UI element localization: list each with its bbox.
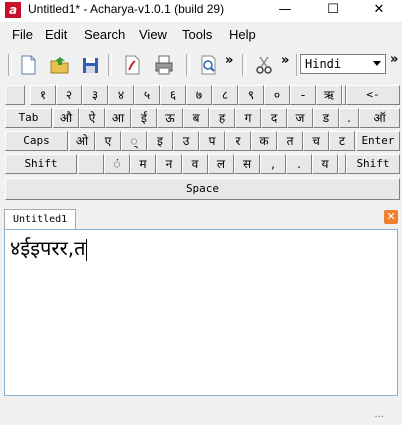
status-bar: ... — [0, 400, 402, 425]
menu-view[interactable]: View — [139, 27, 167, 42]
key[interactable]: र — [225, 131, 251, 151]
toolbar-separator — [186, 54, 190, 76]
onscreen-keyboard: १ २ ३ ४ ५ ६ ७ ८ ९ ० - ऋ <- Tab औ ऐ आ ई ऊ… — [4, 84, 402, 202]
key[interactable]: म — [130, 154, 156, 174]
cut-icon[interactable] — [252, 53, 276, 77]
title-bar: a Untitled1* - Acharya-v1.0.1 (build 29)… — [0, 0, 402, 22]
key[interactable]: ४ — [108, 85, 134, 105]
key[interactable]: त — [277, 131, 303, 151]
language-select-value: Hindi — [305, 57, 342, 71]
minimize-button[interactable]: — — [262, 0, 308, 22]
key[interactable]: क — [251, 131, 277, 151]
key[interactable] — [338, 154, 346, 174]
key[interactable]: ओ — [69, 131, 95, 151]
backspace-key[interactable]: <- — [346, 85, 400, 105]
menu-tools[interactable]: Tools — [182, 27, 212, 42]
key[interactable]: ऑ — [359, 108, 400, 128]
save-icon[interactable] — [78, 53, 102, 77]
key[interactable]: ग — [235, 108, 261, 128]
editor-text: ४ईइपरर,त — [10, 236, 86, 260]
tab-bar: Untitled1 ✕ — [0, 206, 402, 231]
key[interactable]: ८ — [212, 85, 238, 105]
close-button[interactable]: ✕ — [356, 0, 402, 22]
toolbar-overflow-icon[interactable]: » — [281, 53, 289, 68]
pdf-icon[interactable] — [120, 53, 144, 77]
key[interactable]: न — [156, 154, 182, 174]
text-editor[interactable]: ४ईइपरर,त — [4, 229, 398, 396]
right-shift-key[interactable]: Shift — [346, 154, 400, 174]
key[interactable]: ह — [209, 108, 235, 128]
key[interactable]: व — [182, 154, 208, 174]
key[interactable]: औ — [53, 108, 79, 128]
key[interactable]: , — [260, 154, 286, 174]
key[interactable]: ० — [264, 85, 290, 105]
editor-content[interactable]: ४ईइपरर,त — [10, 234, 87, 261]
enter-key[interactable]: Enter — [356, 131, 400, 151]
menu-file[interactable]: File — [12, 27, 33, 42]
key[interactable]: इ — [147, 131, 173, 151]
window-title: Untitled1* - Acharya-v1.0.1 (build 29) — [28, 2, 225, 16]
key[interactable]: २ — [56, 85, 82, 105]
key[interactable]: ब — [183, 108, 209, 128]
toolbar-overflow-icon[interactable]: » — [390, 52, 398, 67]
toolbar-separator — [108, 54, 112, 76]
menu-help[interactable]: Help — [229, 27, 256, 42]
toolbar-overflow-icon[interactable]: » — [225, 53, 233, 68]
key[interactable]: ३ — [82, 85, 108, 105]
close-tab-icon[interactable]: ✕ — [384, 210, 398, 224]
key[interactable]: य — [312, 154, 338, 174]
key[interactable]: ऐ — [79, 108, 105, 128]
print-icon[interactable] — [152, 53, 176, 77]
key[interactable]: . — [339, 108, 359, 128]
new-file-icon[interactable] — [16, 53, 40, 77]
key[interactable]: ऊ — [157, 108, 183, 128]
chevron-down-icon — [373, 61, 381, 66]
key[interactable]: ड — [313, 108, 339, 128]
menu-search[interactable]: Search — [84, 27, 125, 42]
key[interactable]: ई — [131, 108, 157, 128]
key[interactable]: . — [286, 154, 312, 174]
key[interactable]: ट — [329, 131, 355, 151]
left-shift-key[interactable]: Shift — [5, 154, 77, 174]
key[interactable]: ए — [95, 131, 121, 151]
key[interactable]: च — [303, 131, 329, 151]
key[interactable]: ९ — [238, 85, 264, 105]
key[interactable]: १ — [30, 85, 56, 105]
key[interactable]: ७ — [186, 85, 212, 105]
space-key[interactable]: Space — [5, 178, 400, 200]
tab-untitled1[interactable]: Untitled1 — [4, 209, 77, 231]
text-caret — [85, 238, 87, 261]
tab-key[interactable]: Tab — [5, 108, 52, 128]
key[interactable]: ल — [208, 154, 234, 174]
menu-edit[interactable]: Edit — [45, 27, 67, 42]
find-icon[interactable] — [196, 53, 220, 77]
app-icon: a — [5, 2, 21, 18]
key[interactable]: ६ — [160, 85, 186, 105]
key[interactable]: स — [234, 154, 260, 174]
key[interactable]: ज — [287, 108, 313, 128]
resize-grip-icon[interactable]: ... — [374, 409, 384, 420]
maximize-button[interactable]: ☐ — [310, 0, 356, 22]
key[interactable]: ५ — [134, 85, 160, 105]
menu-bar: File Edit Search View Tools Help — [0, 24, 402, 46]
key[interactable]: ् — [121, 131, 147, 151]
key[interactable]: - — [290, 85, 316, 105]
key[interactable]: उ — [173, 131, 199, 151]
key[interactable] — [5, 85, 25, 105]
key[interactable]: ं — [104, 154, 130, 174]
language-select[interactable]: Hindi — [300, 54, 386, 74]
caps-key[interactable]: Caps — [5, 131, 68, 151]
open-folder-icon[interactable] — [48, 53, 72, 77]
key[interactable]: प — [199, 131, 225, 151]
toolbar-separator — [242, 54, 246, 76]
key[interactable]: ऋ — [316, 85, 342, 105]
key[interactable]: द — [261, 108, 287, 128]
toolbar-grip — [8, 54, 12, 76]
key[interactable] — [78, 154, 104, 174]
key[interactable]: आ — [105, 108, 131, 128]
